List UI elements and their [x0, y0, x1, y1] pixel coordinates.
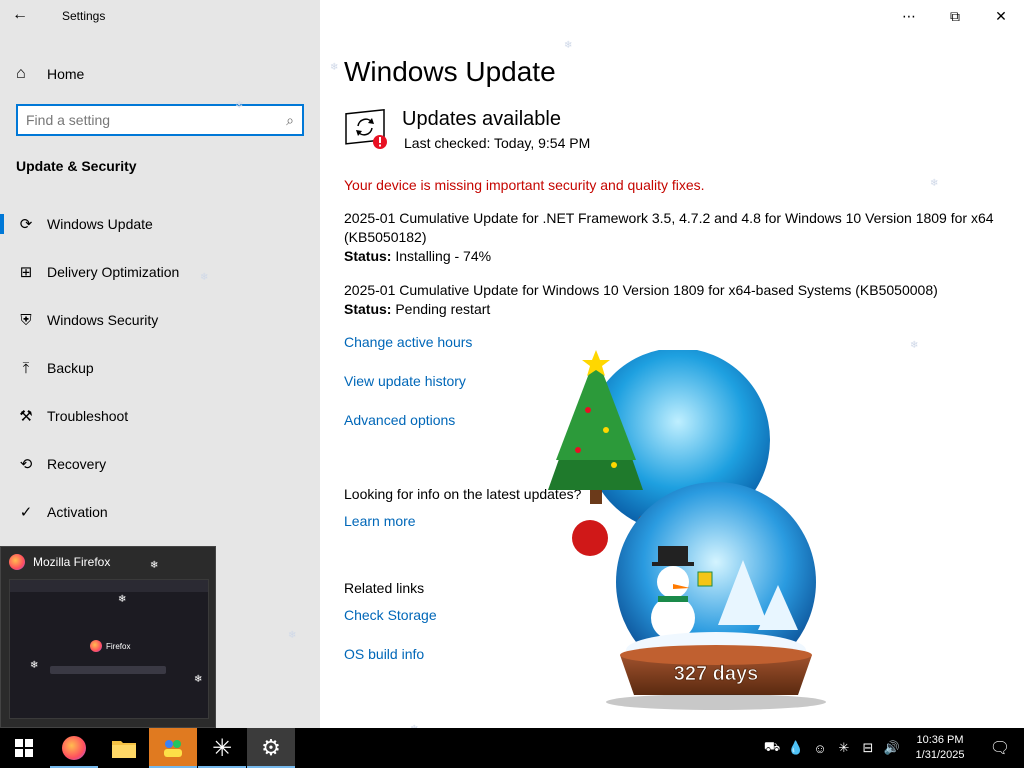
taskbar-firefox[interactable] [50, 728, 98, 768]
os-build-info-link[interactable]: OS build info [344, 646, 424, 662]
sidebar-item-windows-update[interactable]: ⟳ Windows Update [0, 200, 320, 248]
status-value: Pending restart [395, 301, 491, 317]
windows-logo-icon [15, 739, 33, 757]
snowflake-icon: ❄ [330, 62, 339, 73]
sync-icon: ⟳ [19, 216, 33, 233]
sidebar-item-activation[interactable]: ✓ Activation [0, 488, 320, 536]
days-counter: 327 days [674, 663, 759, 685]
sidebar-item-label: Delivery Optimization [47, 264, 180, 280]
update-status-icon [345, 108, 387, 149]
network-icon[interactable]: ⊟ [856, 740, 880, 756]
minimize-button[interactable]: ⋯ [886, 0, 932, 32]
firefox-taskbar-preview[interactable]: Mozilla Firefox Firefox [0, 546, 216, 728]
gear-icon: ⚙ [261, 735, 281, 760]
preview-thumbnail[interactable]: Firefox [9, 579, 209, 719]
maximize-button[interactable]: ⧉ [932, 0, 978, 32]
clock[interactable]: 10:36 PM 1/31/2025 [904, 733, 976, 763]
thumbnail-logo-text: Firefox [106, 641, 131, 651]
people-app-icon [164, 740, 182, 757]
nav-home[interactable]: ⌂ Home [16, 64, 84, 84]
preview-title: Mozilla Firefox [33, 555, 111, 569]
firefox-icon [9, 554, 25, 570]
view-update-history-link[interactable]: View update history [344, 373, 466, 389]
clock-time: 10:36 PM [916, 734, 964, 746]
folder-icon [112, 741, 136, 758]
learn-more-link[interactable]: Learn more [344, 513, 416, 529]
snowflake-icon: ❄ [930, 178, 939, 189]
back-arrow-icon[interactable]: ← [12, 6, 36, 26]
wrench-icon: ⚒ [19, 408, 33, 425]
preview-header: Mozilla Firefox [1, 547, 215, 577]
firefox-icon [62, 736, 86, 760]
search-box[interactable]: ⌕ [16, 104, 304, 136]
sidebar-item-label: Recovery [47, 456, 107, 472]
section-title: Update & Security [16, 158, 137, 174]
system-tray: ⛟ 💧 ☺ ✳ ⊟ 🔊 10:36 PM 1/31/2025 🗨 [760, 728, 1024, 768]
update-status-title: Updates available [402, 108, 561, 130]
delivery-optimization-icon: ⊞ [19, 264, 33, 281]
recovery-icon: ⟲ [19, 456, 33, 473]
search-input[interactable] [26, 112, 287, 128]
sidebar-item-windows-security[interactable]: ⛨ Windows Security [0, 296, 320, 344]
change-active-hours-link[interactable]: Change active hours [344, 334, 472, 350]
taskbar-file-explorer[interactable] [100, 728, 148, 768]
asterisk-icon: ✳ [211, 734, 233, 762]
sidebar-item-label: Backup [47, 360, 94, 376]
status-value: Installing - 74% [395, 248, 492, 264]
home-icon: ⌂ [16, 65, 26, 82]
window-controls: ⋯ ⧉ ✕ [886, 0, 1024, 32]
info-text: Looking for info on the latest updates? [344, 486, 582, 502]
app-title: Settings [62, 9, 106, 23]
taskbar-snowflake-app[interactable]: ✳ [198, 728, 246, 768]
thumbnail-searchbar [50, 666, 166, 674]
update-name: 2025-01 Cumulative Update for Windows 10… [344, 282, 938, 298]
nav-home-label: Home [47, 66, 85, 82]
last-checked-text: Last checked: Today, 9:54 PM [404, 135, 591, 151]
sidebar-item-label: Activation [47, 504, 108, 520]
snowflake-icon: ❄ [564, 40, 573, 51]
check-storage-link[interactable]: Check Storage [344, 607, 437, 623]
thumbnail-logo: Firefox [90, 640, 130, 652]
start-button[interactable] [0, 728, 48, 768]
advanced-options-link[interactable]: Advanced options [344, 412, 455, 428]
status-label: Status: [344, 301, 392, 317]
sidebar-item-label: Troubleshoot [47, 408, 129, 424]
taskbar-settings[interactable]: ⚙ [247, 728, 295, 768]
activation-icon: ✓ [19, 504, 33, 521]
status-label: Status: [344, 248, 392, 264]
snowflake-icon: ❄ [910, 340, 919, 351]
volume-icon[interactable]: 🔊 [880, 740, 904, 756]
taskbar-app[interactable] [149, 728, 197, 768]
notification-center-icon[interactable]: 🗨 [976, 738, 1024, 758]
update-item: 2025-01 Cumulative Update for Windows 10… [344, 281, 1004, 319]
taskbar: ✳ ⚙ ⛟ 💧 ☺ ✳ ⊟ 🔊 10:36 PM 1/31/2025 🗨 [0, 728, 1024, 768]
sidebar-item-troubleshoot[interactable]: ⚒ Troubleshoot [0, 392, 320, 440]
update-item: 2025-01 Cumulative Update for .NET Frame… [344, 209, 1004, 266]
firefox-logo-icon [90, 640, 102, 652]
sidebar-item-label: Windows Security [47, 312, 159, 328]
tray-app-icon[interactable]: ⛟ [760, 739, 784, 757]
update-status: Status: Pending restart [344, 300, 1004, 319]
snowflake-tray-icon[interactable]: ✳ [832, 740, 856, 756]
backup-icon: ⤒ [22, 359, 30, 377]
sidebar-item-backup[interactable]: ⤒ Backup [0, 344, 320, 392]
nav-list: ⟳ Windows Update ⊞ Delivery Optimization… [0, 200, 320, 536]
clock-date: 1/31/2025 [915, 749, 965, 761]
search-icon[interactable]: ⌕ [286, 112, 294, 129]
droplet-icon[interactable]: 💧 [784, 740, 808, 756]
security-warning: Your device is missing important securit… [344, 177, 705, 193]
sidebar-item-label: Windows Update [47, 216, 153, 232]
tray-avatar-icon[interactable]: ☺ [808, 741, 832, 756]
close-button[interactable]: ✕ [978, 0, 1024, 32]
page-title: Windows Update [344, 56, 556, 87]
snow-globe-gadget[interactable]: 327 days [548, 350, 838, 730]
sidebar-item-delivery-optimization[interactable]: ⊞ Delivery Optimization [0, 248, 320, 296]
related-links-title: Related links [344, 580, 425, 596]
shield-icon: ⛨ [20, 311, 32, 329]
update-status: Status: Installing - 74% [344, 247, 1004, 266]
sidebar-item-recovery[interactable]: ⟲ Recovery [0, 440, 320, 488]
update-name: 2025-01 Cumulative Update for .NET Frame… [344, 210, 994, 245]
thumbnail-toolbar [10, 580, 208, 592]
